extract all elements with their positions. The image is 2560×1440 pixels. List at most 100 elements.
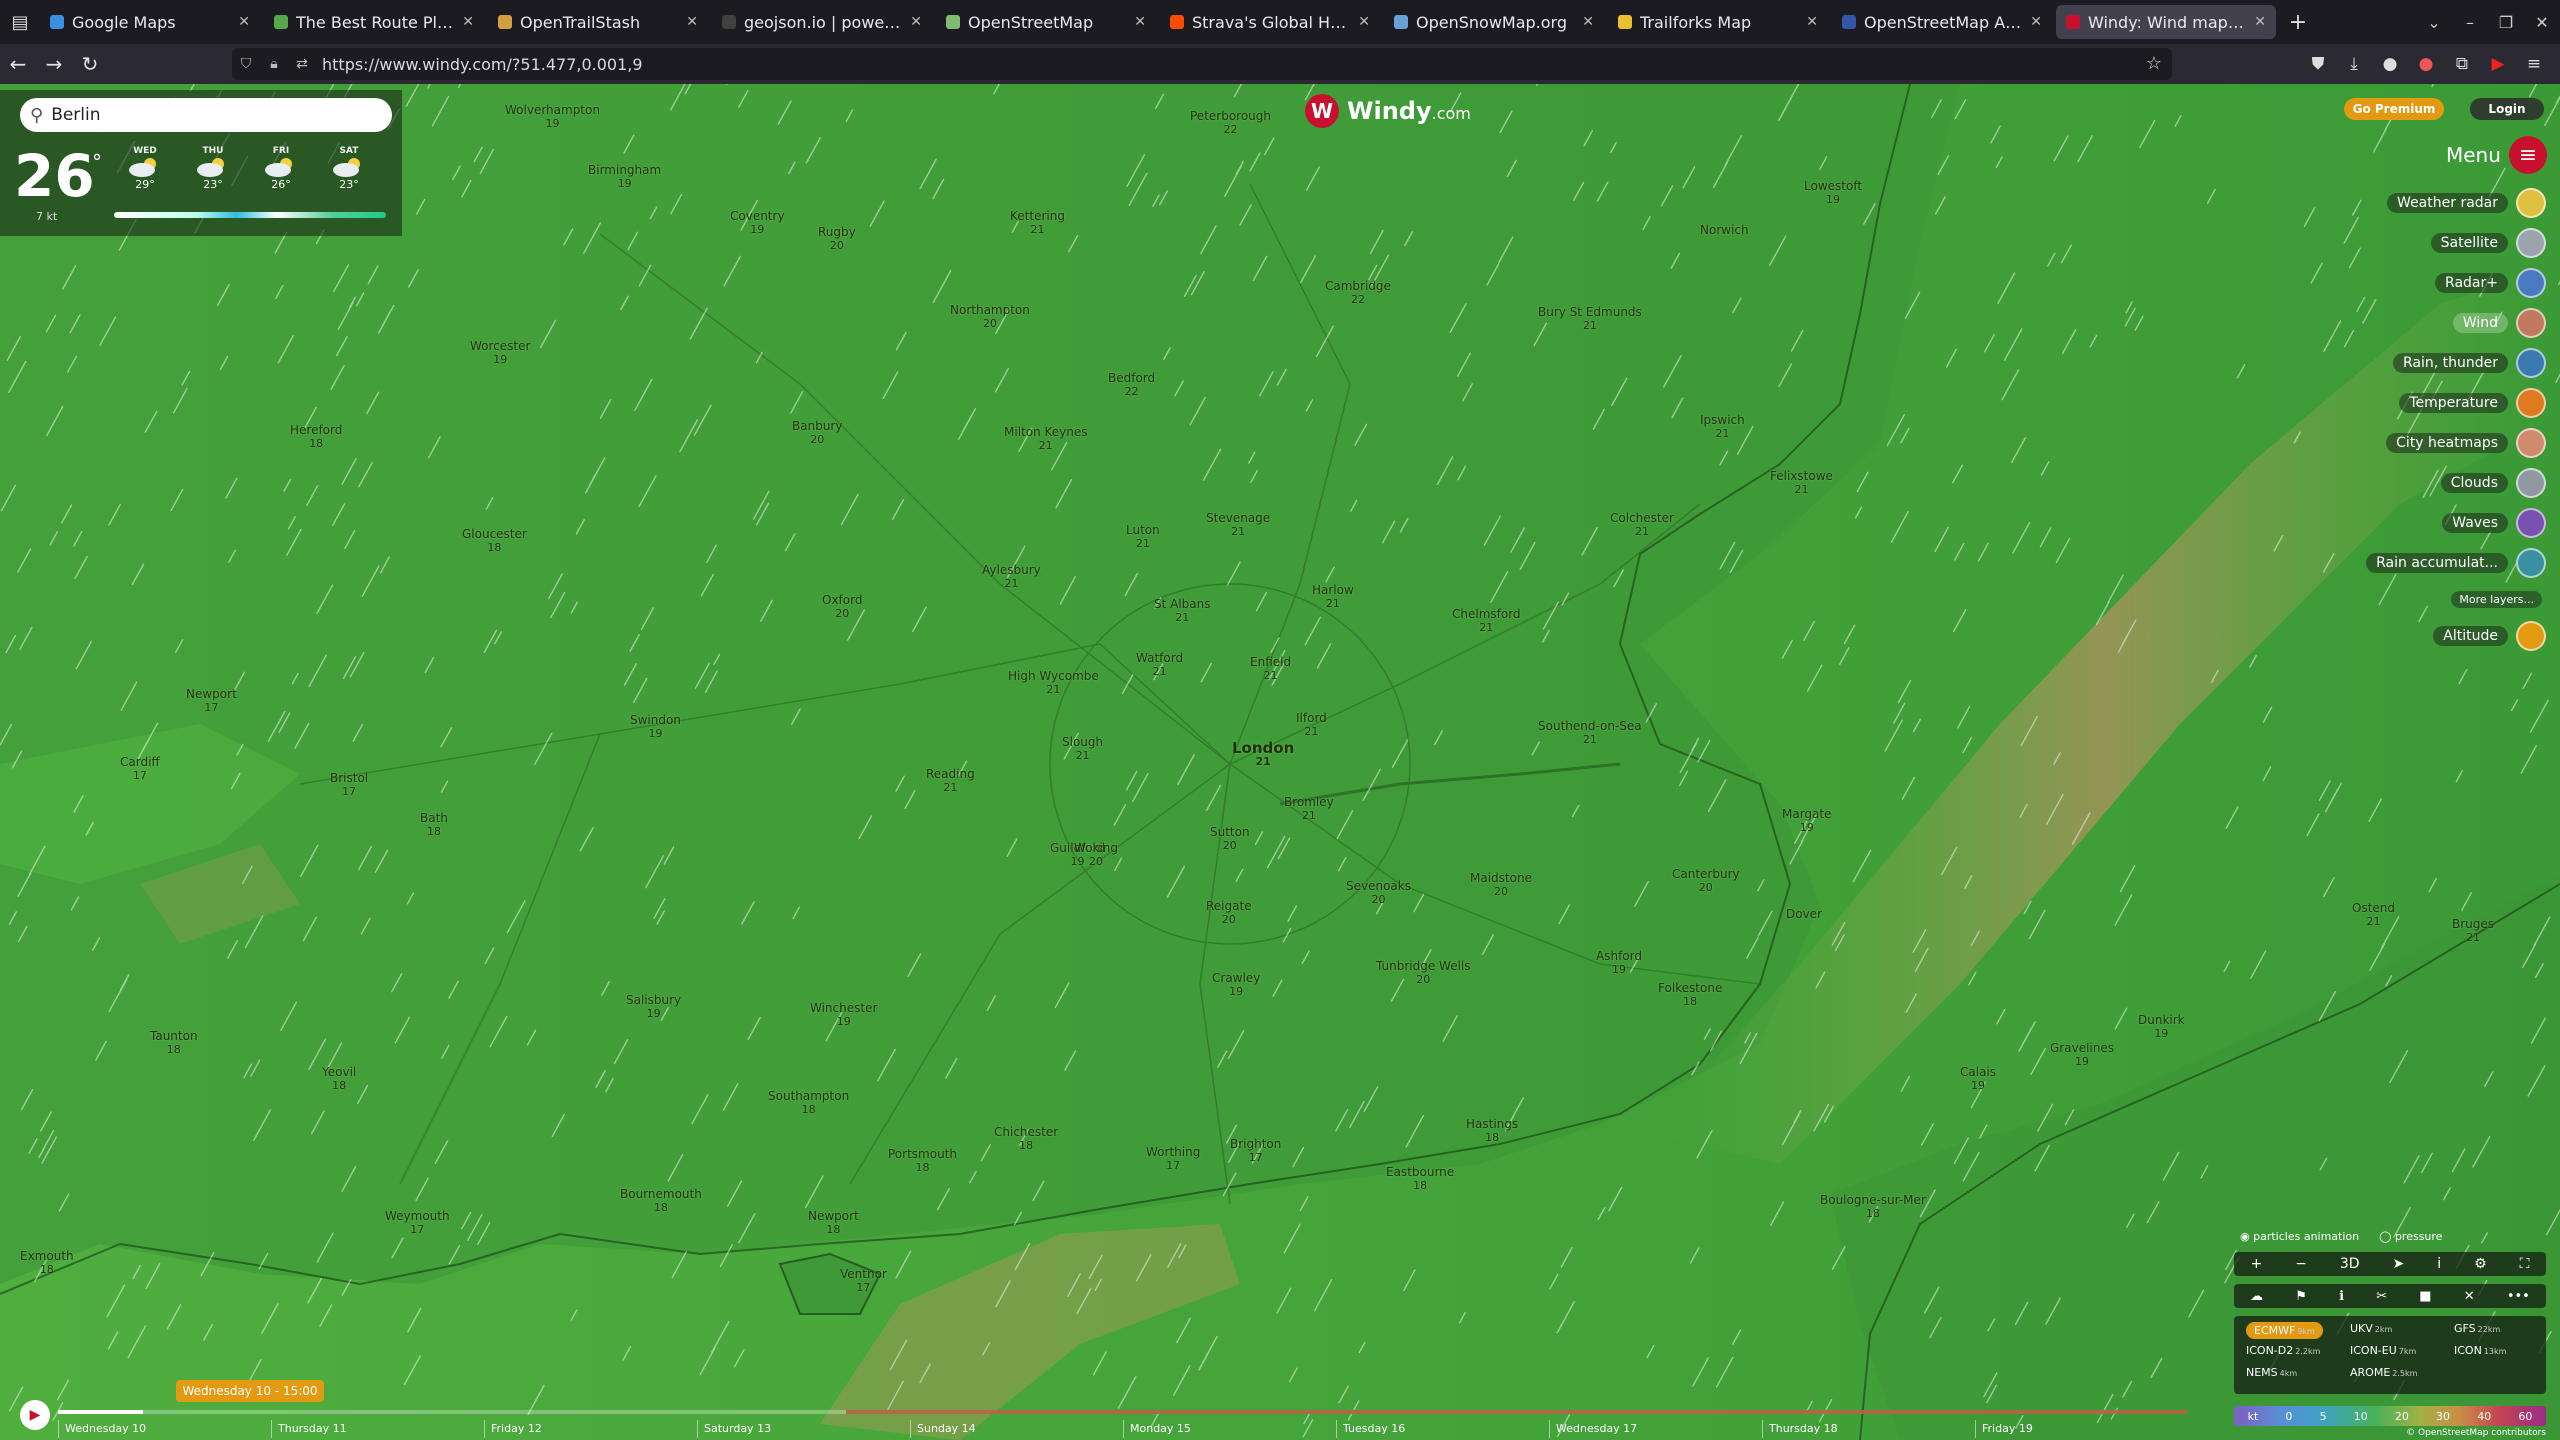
pocket-icon[interactable]: ⛊ [2300, 54, 2336, 74]
browser-tab[interactable]: OpenStreetMap America ✕ [1832, 5, 2052, 39]
url-bar[interactable]: ⛉ 🔒︎ ⇄ https://www.windy.com/?51.477,0.0… [232, 48, 2172, 80]
new-tab-button[interactable]: + [2280, 0, 2316, 44]
search-value[interactable]: Berlin [51, 105, 100, 125]
timeline-day[interactable]: Thursday 18 [1762, 1420, 1838, 1438]
place-label[interactable]: Oxford 20 [822, 594, 862, 621]
place-label[interactable]: Gravelines 19 [2050, 1042, 2114, 1069]
place-label[interactable]: Rugby 20 [818, 226, 856, 253]
browser-tab[interactable]: Windy: Wind map & weat ✕ [2056, 5, 2276, 39]
settings-icon[interactable]: ⚙ [2474, 1256, 2487, 1272]
locate-icon[interactable]: ➤ [2393, 1256, 2405, 1272]
place-label[interactable]: Reading 21 [926, 768, 975, 795]
place-label[interactable]: Milton Keynes 21 [1004, 426, 1087, 453]
place-label[interactable]: Bristol 17 [330, 772, 368, 799]
place-label[interactable]: Reigate 20 [1206, 900, 1252, 927]
model-option[interactable]: NEMS 4km [2246, 1366, 2297, 1379]
place-label[interactable]: Folkestone 18 [1658, 982, 1722, 1009]
place-label[interactable]: Swindon 19 [630, 714, 681, 741]
extensions-icon[interactable]: ⧉ [2444, 54, 2480, 74]
close-window-icon[interactable]: ✕ [2524, 13, 2560, 32]
layer-item[interactable]: Rain accumulat... [2366, 548, 2546, 578]
place-label[interactable]: Ventnor 17 [840, 1268, 887, 1295]
place-label[interactable]: Peterborough 22 [1190, 110, 1271, 137]
account-icon[interactable]: ● [2372, 54, 2408, 74]
pressure-toggle[interactable]: ◯ pressure [2379, 1230, 2442, 1243]
place-label[interactable]: London 21 [1232, 741, 1294, 769]
place-label[interactable]: Portsmouth 18 [888, 1148, 957, 1175]
place-label[interactable]: Ostend 21 [2352, 902, 2395, 929]
login-button[interactable]: Login [2470, 98, 2544, 120]
place-label[interactable]: Bedford 22 [1108, 372, 1155, 399]
forward-icon[interactable]: → [36, 52, 72, 76]
model-option[interactable]: GFS 22km [2454, 1322, 2500, 1335]
forecast-day[interactable]: WED 29° [112, 146, 178, 191]
place-label[interactable]: Newport 17 [186, 688, 237, 715]
browser-tab[interactable]: The Best Route Planner f ✕ [264, 5, 484, 39]
place-label[interactable]: Coventry 19 [730, 210, 785, 237]
place-label[interactable]: Lowestoft 19 [1804, 180, 1862, 207]
play-button[interactable]: ▶ [20, 1400, 50, 1430]
forecast-day[interactable]: FRI 26° [248, 146, 314, 191]
location-detail-panel[interactable]: ⚲ Berlin 26 ° 7 kt WED 29° THU 23° FRI 26° SAT… [0, 90, 402, 236]
tab-close-icon[interactable]: ✕ [2030, 14, 2042, 30]
place-label[interactable]: Luton 21 [1126, 524, 1160, 551]
place-label[interactable]: High Wycombe 21 [1008, 670, 1099, 697]
tab-overview-icon[interactable]: ▤ [0, 0, 40, 44]
place-label[interactable]: Calais 19 [1960, 1066, 1996, 1093]
layer-item[interactable]: Waves [2442, 508, 2546, 538]
wind-map[interactable]: Peterborough 22 Birmingham 19 Wolverhampton 1… [0, 84, 2560, 1440]
place-label[interactable]: Gloucester 18 [462, 528, 527, 555]
place-label[interactable]: Felixstowe 21 [1770, 470, 1833, 497]
zoom-in-button[interactable]: + [2250, 1256, 2262, 1272]
browser-tab[interactable]: OpenStreetMap ✕ [936, 5, 1156, 39]
place-label[interactable]: Hereford 18 [290, 424, 342, 451]
place-label[interactable]: Salisbury 19 [626, 994, 681, 1021]
browser-tab[interactable]: Trailforks Map ✕ [1608, 5, 1828, 39]
downloads-icon[interactable]: ⤓ [2336, 54, 2372, 74]
info-button[interactable]: i [2437, 1256, 2441, 1272]
tab-close-icon[interactable]: ✕ [2254, 14, 2266, 30]
timeline-day[interactable]: Thursday 11 [271, 1420, 347, 1438]
place-label[interactable]: Northampton 20 [950, 304, 1030, 331]
browser-tab[interactable]: OpenSnowMap.org ✕ [1384, 5, 1604, 39]
more-layers-button[interactable]: More layers... [2451, 591, 2542, 608]
model-option[interactable]: ICON 13km [2454, 1344, 2506, 1357]
windy-logo[interactable]: W Windy.com [1305, 94, 1471, 128]
place-label[interactable]: Chelmsford 21 [1452, 608, 1521, 635]
bookmark-star-icon[interactable]: ☆ [2146, 53, 2162, 74]
place-label[interactable]: Eastbourne 18 [1386, 1166, 1454, 1193]
fullscreen-icon[interactable]: ⛶ [2520, 1256, 2530, 1272]
place-label[interactable]: Boulogne-sur-Mer 18 [1820, 1194, 1926, 1221]
more-icon[interactable]: ••• [2507, 1289, 2530, 1304]
place-label[interactable]: St Albans 21 [1154, 598, 1211, 625]
browser-tab[interactable]: Strava's Global Heatmap ✕ [1160, 5, 1380, 39]
flag-icon[interactable]: ⚑ [2295, 1289, 2307, 1304]
go-premium-button[interactable]: Go Premium [2344, 98, 2444, 120]
forecast-day[interactable]: THU 23° [180, 146, 246, 191]
altitude-control[interactable]: Altitude [2433, 621, 2546, 651]
shield-icon[interactable]: ⛉ [232, 56, 260, 72]
place-label[interactable]: Ashford 19 [1596, 950, 1642, 977]
place-label[interactable]: Newport 18 [808, 1210, 859, 1237]
place-label[interactable]: Ilford 21 [1296, 712, 1327, 739]
place-label[interactable]: Stevenage 21 [1206, 512, 1270, 539]
youtube-extension-icon[interactable]: ▶ [2480, 54, 2516, 74]
tab-close-icon[interactable]: ✕ [1582, 14, 1594, 30]
place-label[interactable]: Exmouth 18 [20, 1250, 74, 1277]
tab-list-icon[interactable]: ⌄ [2416, 13, 2452, 32]
place-label[interactable]: Southend-on-Sea 21 [1538, 720, 1642, 747]
distance-icon[interactable]: ✂ [2376, 1289, 2387, 1304]
place-label[interactable]: Bury St Edmunds 21 [1538, 306, 1642, 333]
place-label[interactable]: Enfield 21 [1250, 656, 1291, 683]
layer-item[interactable]: Radar+ [2435, 268, 2546, 298]
place-label[interactable]: Chichester 18 [994, 1126, 1058, 1153]
layer-item[interactable]: Wind [2452, 308, 2546, 338]
tab-close-icon[interactable]: ✕ [1134, 14, 1146, 30]
place-label[interactable]: Woking 20 [1074, 842, 1118, 869]
timeline-day[interactable]: Wednesday 17 [1549, 1420, 1637, 1438]
place-label[interactable]: Cardiff 17 [120, 756, 160, 783]
particles-toggle[interactable]: ◉ particles animation [2240, 1230, 2359, 1243]
place-label[interactable]: Cambridge 22 [1325, 280, 1391, 307]
place-label[interactable]: Bournemouth 18 [620, 1188, 702, 1215]
minimize-icon[interactable]: – [2452, 13, 2488, 32]
